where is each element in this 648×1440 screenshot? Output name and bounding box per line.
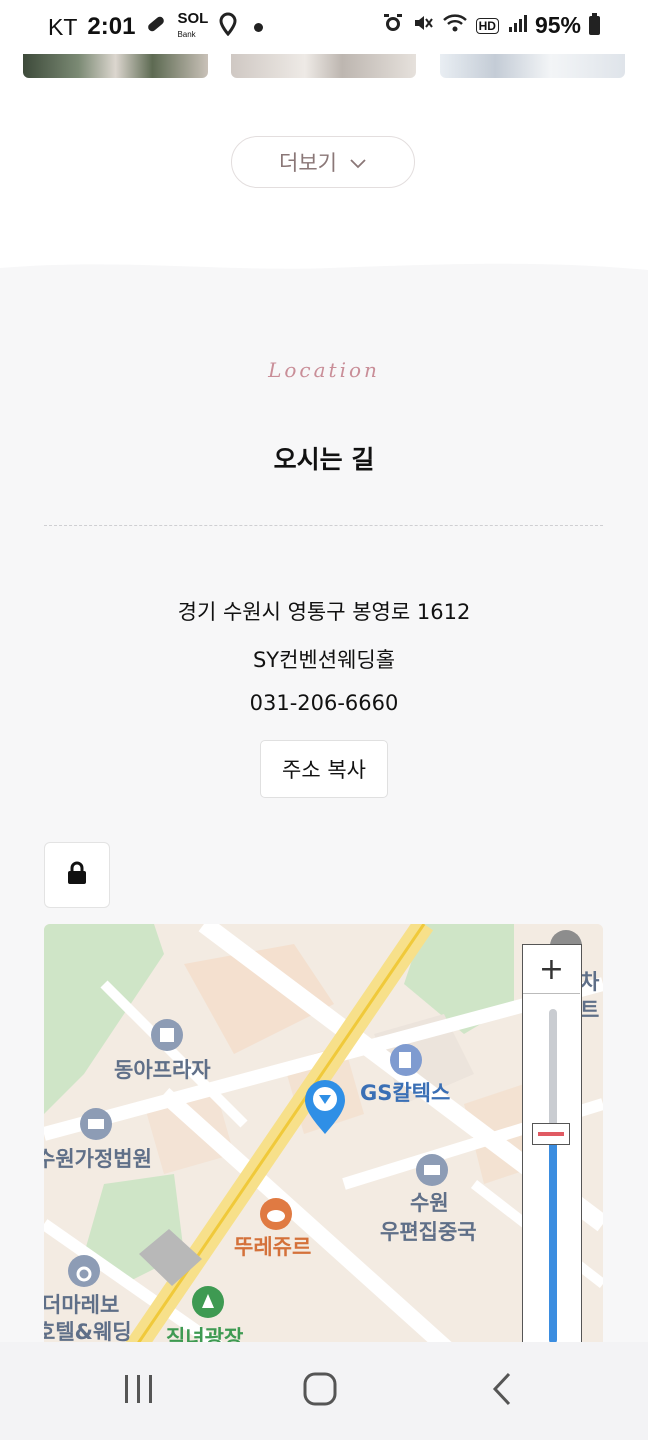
map-label-gs: GS칼텍스 [360,1081,451,1105]
status-bar: KT 2:01 SOL Bank HD 95% [0,0,648,54]
map-lock-button[interactable] [44,842,110,908]
map-label-hotel1: 더마레보 [44,1293,120,1317]
section-title: 오시는 길 [273,445,375,474]
more-button-label: 더보기 [279,151,337,175]
home-icon [302,1371,338,1411]
location-pin-icon [218,12,238,42]
wifi-icon [442,12,468,39]
bakery-icon [260,1198,292,1230]
notification-dot [254,22,264,32]
pill-icon [145,13,167,41]
sol-bank-icon: SOL Bank [177,10,209,39]
back-icon [490,1371,514,1411]
map-label-ttre: 뚜레쥬르 [234,1235,312,1259]
map-label-corner2: 트 [580,998,600,1022]
recent-apps-icon [122,1372,156,1410]
battery-icon [589,13,600,35]
zoom-track[interactable] [549,1009,557,1129]
dashed-divider [44,525,603,526]
mute-icon [412,12,434,39]
zoom-slider-handle[interactable] [532,1123,570,1145]
lock-icon [66,861,88,889]
tree-icon [192,1286,224,1318]
map-label-dongah: 동아프라자 [114,1058,211,1082]
alarm-icon [382,12,404,39]
back-button[interactable] [452,1342,552,1440]
zoom-control: + [522,944,582,1364]
map-view[interactable]: 동아프라자 GS칼텍스 수원가정법원 수원 우편집중국 뚜레쥬르 더마레보 호텔… [44,924,603,1364]
gas-station-icon [390,1044,422,1076]
signal-icon [507,13,527,38]
section-script-title: Location [268,358,380,382]
address-text: 경기 수원시 영통구 봉영로 1612 [177,600,471,624]
zoom-in-button[interactable]: + [523,945,580,994]
carrier-label: KT [48,13,78,40]
system-nav-bar [0,1342,648,1440]
map-label-court: 수원가정법원 [44,1147,152,1171]
clock: 2:01 [87,13,136,40]
home-button[interactable] [270,1342,370,1440]
venue-name: SY컨벤션웨딩홀 [252,648,396,672]
copy-address-button[interactable]: 주소 복사 [260,740,388,798]
chevron-down-icon [349,150,367,174]
recent-apps-button[interactable] [89,1342,189,1440]
battery-percent: 95% [534,12,581,38]
post-office-icon [416,1154,448,1186]
zoom-track-fill [549,1129,557,1344]
more-button[interactable]: 더보기 [231,136,415,188]
ring-icon [68,1255,100,1287]
map-label-post1: 수원 [410,1191,449,1215]
court-icon [80,1108,112,1140]
building-icon [151,1019,183,1051]
phone-number[interactable]: 031-206-6660 [0,691,648,715]
map-label-corner1: 차 [580,970,600,994]
hd-icon: HD [475,17,499,34]
map-label-post2: 우편집중국 [380,1220,477,1244]
